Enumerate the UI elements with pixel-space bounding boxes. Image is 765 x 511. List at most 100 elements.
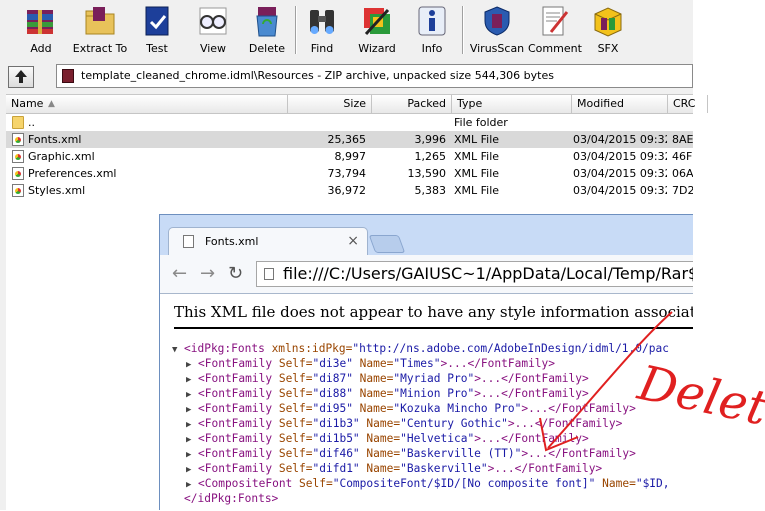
comment-label: Comment	[528, 42, 582, 55]
path-field[interactable]: template_cleaned_chrome.idml\Resources -…	[56, 64, 693, 88]
file-size: 8,997	[334, 150, 367, 163]
winrar-add-icon	[27, 10, 53, 34]
xml-attr-value: "$ID,	[635, 477, 670, 490]
column-header-crc[interactable]: CRC	[668, 95, 708, 113]
add-button[interactable]: Add	[12, 2, 70, 58]
xml-tag: <FontFamily	[198, 357, 273, 370]
column-header-size[interactable]: Size	[288, 95, 372, 113]
xml-fontfamily-node[interactable]: ▶ <FontFamily Self="di87" Name="Myriad Pr…	[172, 371, 693, 386]
list-item[interactable]: Preferences.xml 73,794 13,590 XML File 0…	[6, 165, 693, 182]
xml-attr-name: Self=	[272, 417, 313, 430]
reload-icon[interactable]: ↻	[228, 263, 243, 284]
virusscan-label: VirusScan	[469, 42, 525, 55]
file-modified: 03/04/2015 09:32	[573, 133, 667, 146]
extract-folder-icon	[85, 7, 115, 35]
xml-fontfamily-node[interactable]: ▶ <FontFamily Self="di95" Name="Kozuka Mi…	[172, 401, 693, 416]
find-button[interactable]: Find	[300, 2, 344, 58]
test-book-icon	[145, 6, 169, 36]
column-header-name[interactable]: Name ▲	[6, 95, 288, 113]
xml-fontfamily-node[interactable]: ▶ <FontFamily Self="di88" Name="Minion Pr…	[172, 386, 693, 401]
wizard-icon	[364, 8, 390, 36]
sfx-button[interactable]: SFX	[586, 2, 630, 58]
xml-attr-value: "Baskerville (TT)"	[400, 447, 522, 460]
find-label: Find	[310, 42, 334, 55]
file-packed: 3,996	[414, 133, 447, 146]
xml-file-icon	[12, 133, 24, 146]
file-name: Styles.xml	[28, 184, 86, 197]
list-item[interactable]: .. File folder	[6, 114, 693, 131]
xml-attr-name: Self=	[272, 372, 313, 385]
xml-attr-name: Name=	[352, 387, 394, 400]
xml-tag: <FontFamily	[198, 402, 273, 415]
xml-fontfamily-node[interactable]: ▶ <FontFamily Self="di3e" Name="Times">..…	[172, 356, 693, 371]
column-header-modified[interactable]: Modified	[572, 95, 668, 113]
xml-tag-close: >...</FontFamily>	[474, 372, 589, 385]
xml-tag-close: >...</FontFamily>	[474, 387, 589, 400]
folder-icon	[12, 116, 24, 129]
tab-fonts-xml[interactable]: Fonts.xml ×	[168, 227, 368, 255]
file-type: File folder	[454, 116, 508, 129]
list-item[interactable]: Styles.xml 36,972 5,383 XML File 03/04/2…	[6, 182, 693, 199]
file-size: 25,365	[327, 133, 367, 146]
xml-attr-value: "CompositeFont/$ID/[No composite font]"	[332, 477, 596, 490]
xml-tag: <idPkg:Fonts	[184, 342, 265, 355]
file-type: XML File	[454, 167, 500, 180]
xml-tag-close: >...</FontFamily>	[440, 357, 556, 370]
info-button[interactable]: Info	[410, 2, 454, 58]
new-tab-button[interactable]	[368, 235, 406, 253]
toolbar: Add Extract To Test View Delete Find Wiz…	[0, 0, 693, 60]
comment-button[interactable]: Comment	[528, 2, 582, 58]
column-name-label: Name	[11, 97, 44, 110]
column-header-packed[interactable]: Packed	[372, 95, 452, 113]
info-label: Info	[421, 42, 443, 55]
path-text: template_cleaned_chrome.idml\Resources -…	[81, 69, 554, 82]
archive-icon	[62, 69, 74, 83]
wizard-button[interactable]: Wizard	[354, 2, 400, 58]
info-icon	[418, 6, 446, 36]
view-label: View	[199, 42, 227, 55]
xml-attr-name: Self=	[292, 477, 333, 490]
wizard-label: Wizard	[358, 42, 396, 55]
back-arrow-icon[interactable]: ←	[172, 263, 187, 284]
file-packed: 1,265	[414, 150, 447, 163]
xml-attr-value: "di3e"	[312, 357, 353, 370]
forward-arrow-icon[interactable]: →	[200, 263, 215, 284]
xml-attr-name: Name=	[359, 447, 401, 460]
xml-attr-name: xmlns:idPkg=	[264, 342, 353, 355]
url-bar[interactable]: file:///C:/Users/GAIUSC~1/AppData/Local/…	[256, 261, 693, 287]
xml-fontfamily-node[interactable]: ▶ <FontFamily Self="di1b3" Name="Century …	[172, 416, 693, 431]
xml-compositefont-node[interactable]: ▶ <CompositeFont Self="CompositeFont/$ID/…	[172, 476, 693, 491]
file-list-header: Name ▲ Size Packed Type Modified CRC	[6, 95, 708, 114]
xml-fontfamily-node[interactable]: ▶ <FontFamily Self="di1b5" Name="Helvetic…	[172, 431, 693, 446]
list-item[interactable]: Graphic.xml 8,997 1,265 XML File 03/04/2…	[6, 148, 693, 165]
xml-root-open[interactable]: ▼ <idPkg:Fonts xmlns:idPkg="http://ns.ado…	[172, 341, 693, 356]
document-icon	[183, 235, 194, 248]
comment-icon	[542, 6, 569, 36]
file-name: Preferences.xml	[28, 167, 117, 180]
xml-attr-name: Self=	[272, 357, 313, 370]
xml-attr-value: "Minion Pro"	[393, 387, 475, 400]
view-button[interactable]: View	[190, 2, 236, 58]
extract-to-button[interactable]: Extract To	[72, 2, 128, 58]
toolbar-separator	[295, 6, 297, 54]
xml-tag-close: >...</FontFamily>	[487, 462, 603, 475]
xml-attr-value: "di1b3"	[312, 417, 360, 430]
xml-attr-name: Name=	[359, 417, 401, 430]
xml-attr-value: "difd1"	[312, 462, 360, 475]
virusscan-button[interactable]: VirusScan	[468, 2, 526, 58]
close-icon[interactable]: ×	[347, 233, 359, 249]
test-button[interactable]: Test	[134, 2, 180, 58]
delete-button[interactable]: Delete	[244, 2, 290, 58]
xml-attr-value: "Myriad Pro"	[393, 372, 475, 385]
column-header-type[interactable]: Type	[452, 95, 572, 113]
file-name: ..	[28, 116, 35, 129]
xml-attr-value: "di88"	[312, 387, 353, 400]
sfx-label: SFX	[597, 42, 619, 55]
list-item[interactable]: Fonts.xml 25,365 3,996 XML File 03/04/20…	[6, 131, 693, 148]
up-folder-button[interactable]	[8, 66, 34, 88]
toolbar-separator	[462, 6, 464, 54]
xml-attr-value: "dif46"	[312, 447, 360, 460]
xml-attr-value: "Century Gothic"	[400, 417, 508, 430]
xml-fontfamily-node[interactable]: ▶ <FontFamily Self="dif46" Name="Baskervi…	[172, 446, 693, 461]
xml-fontfamily-node[interactable]: ▶ <FontFamily Self="difd1" Name="Baskervi…	[172, 461, 693, 476]
